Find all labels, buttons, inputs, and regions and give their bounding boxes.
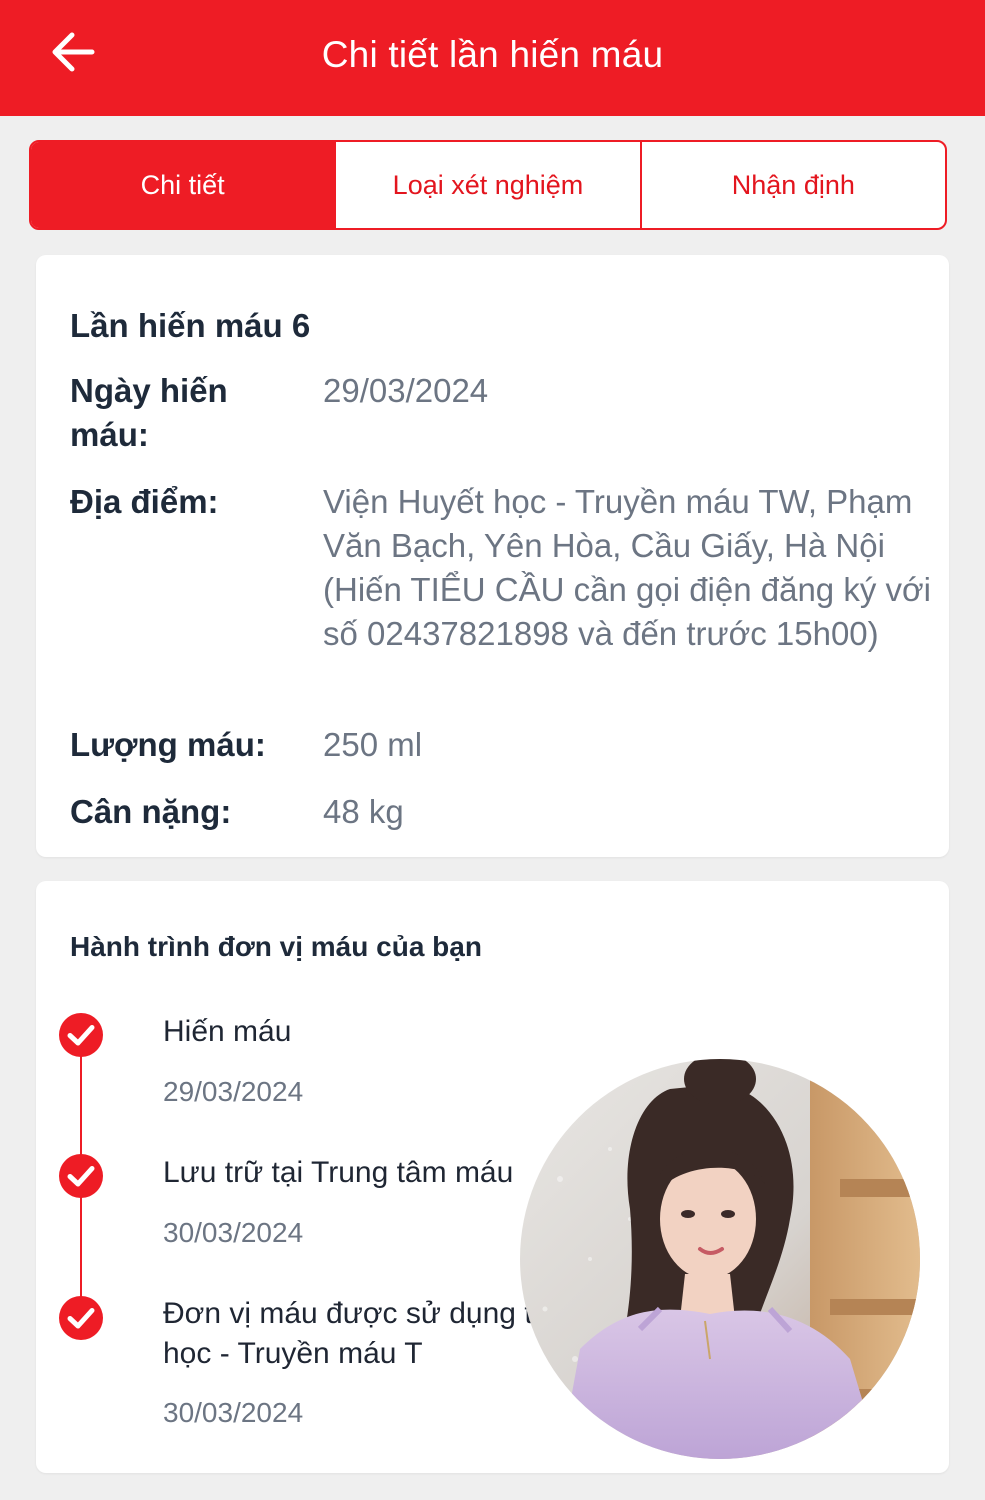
tab-test-types[interactable]: Loại xét nghiệm <box>334 142 639 228</box>
tab-details[interactable]: Chi tiết <box>31 142 335 228</box>
check-circle-icon <box>59 1154 103 1198</box>
step-date: 29/03/2024 <box>163 1076 304 1107</box>
step-date: 30/03/2024 <box>163 1397 304 1428</box>
step-date: 30/03/2024 <box>163 1217 304 1248</box>
location-value: Viện Huyết học - Truyền máu TW, Phạm Văn… <box>323 483 931 652</box>
blood-volume-value: 250 ml <box>323 726 423 763</box>
page-title: Chi tiết lần hiến máu <box>321 34 664 75</box>
step-label: Hiến máu <box>163 1015 292 1048</box>
check-circle-icon <box>59 1013 103 1057</box>
donation-title: Lần hiến máu 6 <box>70 307 311 344</box>
location-label: Địa điểm: <box>70 483 219 520</box>
donation-date-value: 29/03/2024 <box>323 372 489 409</box>
weight-value: 48 kg <box>323 793 404 830</box>
avatar-photo <box>520 1059 920 1459</box>
check-circle-icon <box>59 1296 103 1340</box>
app-header: Chi tiết lần hiến máu <box>0 0 985 116</box>
weight-label: Cân nặng: <box>70 793 232 830</box>
tab-assessment[interactable]: Nhận định <box>639 142 945 228</box>
donation-details-card: Lần hiến máu 6 Ngày hiến máu: 29/03/2024… <box>36 255 949 857</box>
donation-date-label: Ngày hiến máu: <box>70 372 228 453</box>
tab-bar: Chi tiết Loại xét nghiệm Nhận định <box>29 140 947 230</box>
blood-volume-label: Lượng máu: <box>70 726 266 763</box>
journey-title: Hành trình đơn vị máu của bạn <box>70 931 482 962</box>
